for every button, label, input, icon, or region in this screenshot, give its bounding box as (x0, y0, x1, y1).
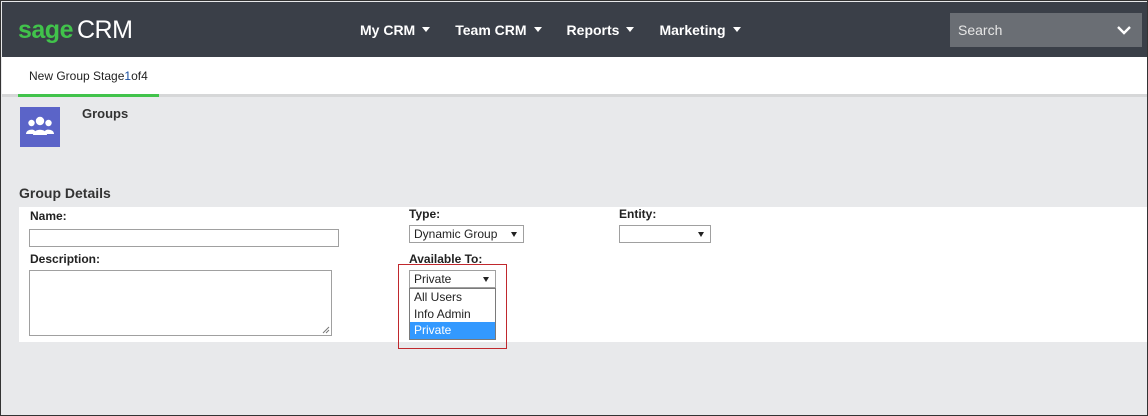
available-to-options: All Users Info Admin Private (409, 288, 496, 340)
option-private[interactable]: Private (410, 322, 495, 339)
caret-down-icon (422, 27, 431, 32)
resize-grip-icon[interactable] (322, 326, 330, 334)
nav-my-crm-label: My CRM (360, 21, 416, 38)
nav-my-crm[interactable]: My CRM (360, 21, 431, 38)
name-label: Name: (30, 209, 67, 223)
available-to-select[interactable]: Private (409, 270, 496, 288)
search-input[interactable] (950, 14, 1100, 46)
option-all-users[interactable]: All Users (410, 289, 495, 306)
caret-down-icon (732, 27, 741, 32)
description-label: Description: (30, 252, 101, 266)
option-info-admin[interactable]: Info Admin (410, 306, 495, 323)
nav-team-crm-label: Team CRM (455, 21, 527, 38)
stage-middle: of (131, 68, 142, 83)
type-label: Type: (409, 207, 441, 221)
entity-select[interactable] (619, 225, 711, 243)
stage-total: 4 (141, 68, 148, 83)
caret-down-icon (533, 27, 542, 32)
top-bar: sage CRM My CRM Team CRM Reports Marketin… (2, 2, 1147, 57)
sage-crm-logo[interactable]: sage CRM (18, 16, 133, 44)
app-frame: sage CRM My CRM Team CRM Reports Marketin… (0, 0, 1148, 416)
entity-label: Entity: (619, 207, 657, 221)
users-glyph (26, 116, 54, 135)
nav-reports[interactable]: Reports (567, 22, 635, 38)
logo-crm-text: CRM (76, 16, 133, 44)
chevron-down-icon[interactable] (1116, 22, 1132, 38)
dropdown-arrow-icon (511, 232, 517, 237)
type-select[interactable]: Dynamic Group (409, 225, 524, 243)
nav-marketing-label: Marketing (659, 21, 726, 38)
type-select-value: Dynamic Group (414, 227, 498, 241)
search-box (950, 13, 1142, 47)
stage-current: 1 (124, 68, 132, 83)
description-field[interactable] (29, 270, 332, 336)
users-icon (20, 107, 60, 147)
logo-sage-text: sage (18, 16, 73, 44)
caret-down-icon (626, 27, 635, 32)
main-nav: My CRM Team CRM Reports Marketing (360, 2, 766, 57)
tab-new-group-stage[interactable]: New Group Stage 1 of 4 (18, 57, 159, 97)
stage-bar: New Group Stage 1 of 4 (2, 57, 1147, 97)
dropdown-arrow-icon (698, 232, 704, 237)
available-to-value: Private (414, 272, 452, 286)
nav-reports-label: Reports (566, 21, 620, 38)
nav-marketing[interactable]: Marketing (659, 21, 741, 38)
name-field[interactable] (29, 229, 339, 247)
page-title: Groups (82, 106, 129, 121)
nav-team-crm[interactable]: Team CRM (455, 21, 542, 38)
stage-prefix: New Group Stage (29, 68, 125, 83)
section-title: Group Details (19, 185, 111, 201)
dropdown-arrow-icon (483, 277, 489, 282)
